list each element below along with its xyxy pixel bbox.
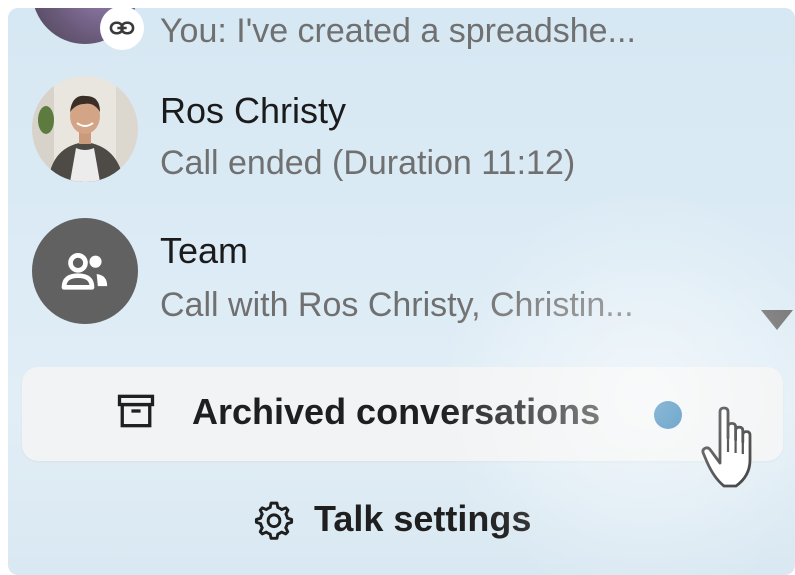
- conversation-item-team[interactable]: Team Call with Ros Christy, Christin...: [8, 216, 795, 346]
- talk-settings-link[interactable]: Talk settings: [314, 498, 531, 540]
- hand-pointer-cursor-icon: [701, 406, 752, 488]
- person-photo: [32, 76, 138, 182]
- archived-conversations-button[interactable]: Archived conversations: [22, 367, 783, 461]
- avatar: [32, 218, 138, 324]
- conversation-subtitle: Call with Ros Christy, Christin...: [160, 286, 634, 324]
- conversation-list-panel: You: I've created a spreadshe... Ros Chr…: [8, 8, 795, 575]
- conversation-name: Ros Christy: [160, 90, 347, 131]
- conversation-name: Team: [160, 230, 249, 271]
- conversation-item-ros-christy[interactable]: Ros Christy Call ended (Duration 11:12): [8, 76, 795, 206]
- gear-icon[interactable]: [252, 498, 296, 547]
- group-icon: [61, 253, 108, 290]
- archived-conversations-label: Archived conversations: [192, 391, 601, 432]
- scroll-down-arrow[interactable]: [761, 310, 793, 330]
- conversation-subtitle: Call ended (Duration 11:12): [160, 144, 576, 182]
- conversation-subtitle: You: I've created a spreadshe...: [160, 12, 636, 50]
- avatar: [32, 76, 138, 182]
- link-badge: [100, 8, 144, 50]
- unread-indicator-dot: [654, 401, 682, 429]
- link-icon: [109, 21, 135, 35]
- archive-icon: [114, 389, 158, 438]
